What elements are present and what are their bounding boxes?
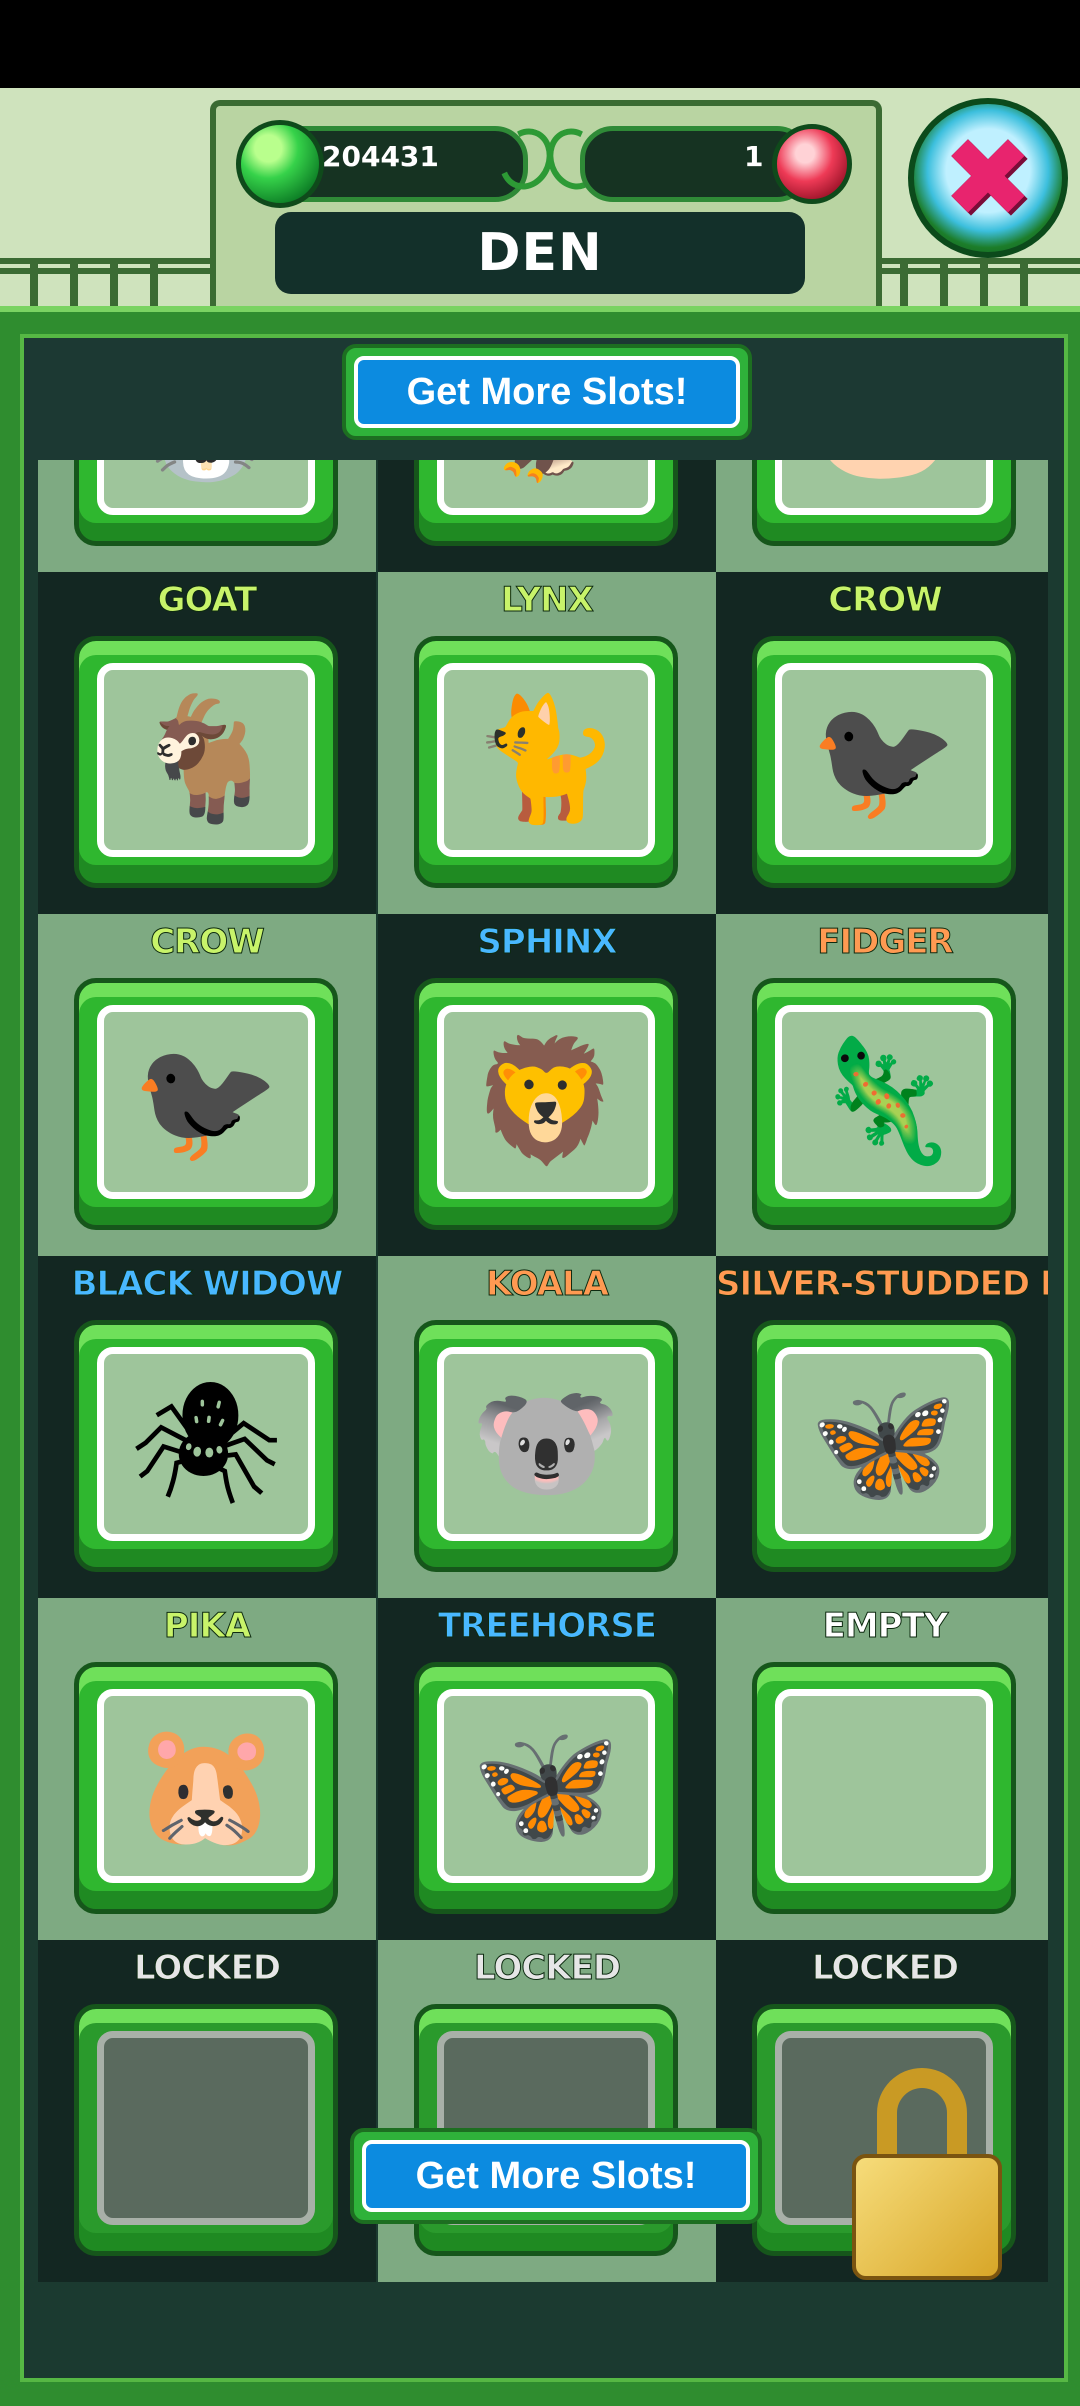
slot-name: CROW: [828, 580, 944, 620]
get-more-slots-button-top[interactable]: Get More Slots!: [342, 344, 752, 440]
slot-name: PIKA: [163, 1606, 251, 1646]
den-slot[interactable]: SPHINX 🦁: [378, 914, 716, 1256]
pet-portrait-icon: 🐐: [97, 663, 315, 857]
den-slot[interactable]: CROW 🐦‍⬛: [716, 572, 1048, 914]
den-slot[interactable]: TREEHORSE 🦋: [378, 1598, 716, 1940]
close-button[interactable]: ✖: [908, 98, 1068, 258]
slot-name: SILVER-STUDDED BLUI: [716, 1264, 1048, 1304]
status-bar: [0, 0, 1080, 88]
slot-tile[interactable]: 🐦‍⬛: [752, 636, 1016, 888]
den-slot[interactable]: LYNX 🐈: [378, 572, 716, 914]
den-slot[interactable]: EMPTY: [716, 1598, 1048, 1940]
pet-portrait-icon: 🐨: [437, 1347, 655, 1541]
den-slot[interactable]: 🐰: [38, 460, 376, 572]
slot-name: KOALA: [485, 1264, 609, 1304]
pet-portrait-icon: 🐦‍⬛: [775, 663, 993, 857]
pet-portrait-icon: 🦁: [437, 1005, 655, 1199]
den-slot: LOCKED: [38, 1940, 376, 2282]
slot-name: EMPTY: [822, 1606, 949, 1646]
den-slot[interactable]: FIDGER 🦎: [716, 914, 1048, 1256]
slot-tile[interactable]: 🐨: [414, 1320, 678, 1572]
slot-name: LYNX: [501, 580, 595, 620]
slot-tile[interactable]: [752, 1662, 1016, 1914]
slot-name: FIDGER: [817, 922, 954, 962]
den-slot[interactable]: 🐷: [716, 460, 1048, 572]
slot-tile[interactable]: 🦎: [752, 978, 1016, 1230]
get-more-slots-label: Get More Slots!: [362, 2140, 750, 2212]
padlock-icon: [852, 2068, 1002, 2280]
pet-portrait-icon: 🐹: [97, 1689, 315, 1883]
slot-tile[interactable]: 🦁: [414, 978, 678, 1230]
slot-tile[interactable]: 🐈: [414, 636, 678, 888]
pet-portrait-icon: 🕷: [97, 1347, 315, 1541]
slot-tile[interactable]: 🐹: [74, 1662, 338, 1914]
red-crystal-icon: [772, 124, 852, 204]
slot-name: LOCKED: [473, 1948, 621, 1988]
slot-name: LOCKED: [811, 1948, 959, 1988]
den-slot[interactable]: 🦅: [378, 460, 716, 572]
slot-name: SPHINX: [477, 922, 618, 962]
pet-portrait-icon: 🐰: [97, 460, 315, 515]
crystal-count: 1: [744, 140, 764, 173]
slot-tile[interactable]: 🦋: [414, 1662, 678, 1914]
slot-name: LOCKED: [133, 1948, 281, 1988]
get-more-slots-button-bottom[interactable]: Get More Slots!: [350, 2128, 762, 2224]
page-title: DEN: [275, 212, 805, 294]
pet-portrait-icon: 🐈: [437, 663, 655, 857]
slot-tile[interactable]: 🦋: [752, 1320, 1016, 1572]
den-slot: LOCKED: [378, 1940, 716, 2282]
den-slot[interactable]: SILVER-STUDDED BLUI 🦋: [716, 1256, 1048, 1598]
slot-tile[interactable]: 🐦‍⬛: [74, 978, 338, 1230]
slot-tile[interactable]: 🦅: [414, 460, 678, 546]
slot-name: BLACK WIDOW: [71, 1264, 344, 1304]
slot-tile[interactable]: 🕷: [74, 1320, 338, 1572]
empty-slot-face: [775, 1689, 993, 1883]
den-slot[interactable]: GOAT 🐐: [38, 572, 376, 914]
slot-tile[interactable]: 🐰: [74, 460, 338, 546]
den-slot[interactable]: CROW 🐦‍⬛: [38, 914, 376, 1256]
close-x-icon: ✖: [941, 114, 1035, 242]
empty-slot-face: [97, 2031, 315, 2225]
pet-portrait-icon: 🐷: [775, 460, 993, 515]
slot-tile: [74, 2004, 338, 2256]
pet-portrait-icon: 🦅: [437, 460, 655, 515]
slot-name: CROW: [150, 922, 266, 962]
slot-tile[interactable]: 🐐: [74, 636, 338, 888]
den-slot[interactable]: PIKA 🐹: [38, 1598, 376, 1940]
page-title-text: DEN: [477, 223, 603, 283]
slot-name: TREEHORSE: [437, 1606, 657, 1646]
green-gem-icon: [236, 120, 324, 208]
pet-portrait-icon: 🐦‍⬛: [97, 1005, 315, 1199]
gem-count: 204431: [322, 140, 439, 173]
get-more-slots-label: Get More Slots!: [354, 356, 740, 428]
pet-portrait-icon: 🦋: [775, 1347, 993, 1541]
den-slot[interactable]: KOALA 🐨: [378, 1256, 716, 1598]
pet-portrait-icon: 🦋: [437, 1689, 655, 1883]
den-slot[interactable]: BLACK WIDOW 🕷: [38, 1256, 376, 1598]
slot-tile[interactable]: 🐷: [752, 460, 1016, 546]
pet-portrait-icon: 🦎: [775, 1005, 993, 1199]
slot-name: GOAT: [157, 580, 258, 620]
